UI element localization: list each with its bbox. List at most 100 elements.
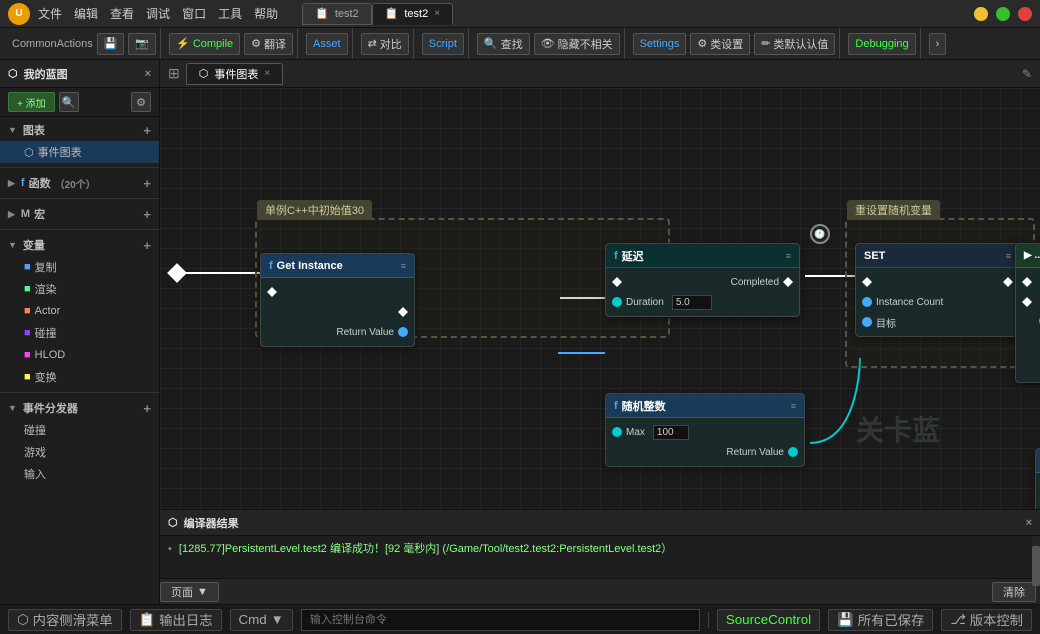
menu-view[interactable]: 查看 — [110, 5, 134, 22]
duration-input[interactable] — [672, 295, 712, 310]
var-actor[interactable]: ■ Actor — [0, 300, 159, 322]
dispatcher-input[interactable]: 输入 — [0, 463, 159, 485]
clear-button[interactable]: 清除 — [992, 582, 1036, 602]
menu-window[interactable]: 窗口 — [182, 5, 206, 22]
tab-close-icon[interactable]: × — [434, 8, 440, 19]
translate-button[interactable]: ⚙ 翻译 — [244, 33, 293, 55]
set-exec-out[interactable] — [938, 272, 1020, 292]
compiler-close-icon[interactable]: × — [1026, 517, 1032, 529]
var-hlod[interactable]: ■ HLOD — [0, 344, 159, 366]
content-browser-button[interactable]: ⬡ 内容侧滑菜单 — [8, 609, 122, 631]
max-input[interactable] — [653, 425, 689, 440]
search-button[interactable]: 🔍 — [59, 92, 79, 112]
variables-add-icon[interactable]: + — [143, 238, 151, 253]
menu-help[interactable]: 帮助 — [254, 5, 278, 22]
add-pin-b[interactable]: B — [1036, 497, 1040, 509]
save-all-button[interactable]: 💾 所有已保存 — [828, 609, 933, 631]
type-default-button[interactable]: ✏ 类默认认值 — [754, 33, 835, 55]
menu-debug[interactable]: 调试 — [146, 5, 170, 22]
return-dot — [398, 327, 408, 337]
toolbar-expand-button[interactable]: › — [929, 33, 947, 55]
cmd-input[interactable] — [301, 609, 700, 631]
gear-button[interactable]: ⚙ — [131, 92, 151, 112]
search-button[interactable]: 🔍 查找 — [477, 33, 530, 55]
scroll-track[interactable] — [1032, 536, 1040, 578]
get-instance-node[interactable]: f Get Instance ≡ Return Value — [260, 253, 415, 347]
var-render[interactable]: ■ 渲染 — [0, 278, 159, 300]
dispatchers-header[interactable]: ▼ 事件分发器 + — [0, 397, 159, 419]
event-graph-item[interactable]: ⬡ 事件图表 — [0, 141, 159, 163]
exec-in-pin[interactable] — [261, 282, 414, 302]
type-settings-button[interactable]: ⚙ 类设置 — [690, 33, 750, 55]
dispatcher-collision[interactable]: 碰撞 — [0, 419, 159, 441]
exec-out-pin[interactable] — [261, 302, 414, 322]
close-button[interactable] — [1018, 7, 1032, 21]
scroll-thumb[interactable] — [1032, 546, 1040, 586]
random-menu-icon[interactable]: ≡ — [791, 401, 796, 411]
macros-header[interactable]: ▶ M 宏 + — [0, 203, 159, 225]
add-node[interactable]: f 防加 ≡ A 单例随... B — [1035, 448, 1040, 509]
delay-menu-icon[interactable]: ≡ — [786, 251, 791, 261]
macros-add-icon[interactable]: + — [143, 207, 151, 222]
partial-pin-1[interactable] — [1016, 272, 1040, 292]
tab-test2-2[interactable]: 📋 test2 × — [372, 3, 453, 25]
delay-exec-in[interactable] — [606, 272, 703, 292]
cmd-button[interactable]: Cmd ▼ — [230, 609, 293, 631]
panel-close-icon[interactable]: × — [145, 68, 151, 80]
partial-node-1[interactable]: ▶ ... — [1015, 243, 1040, 383]
dispatchers-add-icon[interactable]: + — [143, 401, 151, 416]
var-copy[interactable]: ■ 复制 — [0, 256, 159, 278]
functions-add-icon[interactable]: + — [143, 176, 151, 191]
canvas-tab-close-icon[interactable]: × — [264, 68, 270, 79]
add-header: f 防加 ≡ — [1036, 449, 1040, 473]
delay-completed-pin[interactable]: Completed — [703, 272, 800, 292]
var-transform[interactable]: ■ 变换 — [0, 366, 159, 388]
hide-unrelated-button[interactable]: 👁 隐藏不相关 — [534, 33, 620, 55]
instance-count-pin[interactable]: Instance Count — [856, 292, 1019, 312]
maximize-button[interactable] — [996, 7, 1010, 21]
compile-button[interactable]: ⚡ Compile — [169, 33, 240, 55]
canvas-grid[interactable]: 🕐 单例C++中初始值30 重设置随机变量 f Get Instance ≡ — [160, 88, 1040, 509]
compare-button[interactable]: ⇄ 对比 — [361, 33, 409, 55]
functions-header[interactable]: ▶ f 函数 （20个） + — [0, 172, 159, 194]
save-button[interactable]: 💾 — [97, 33, 125, 55]
script-button[interactable]: Script — [422, 33, 464, 55]
debugging-button[interactable]: Debugging — [848, 33, 915, 55]
delay-node[interactable]: f 延迟 ≡ Completed Duration — [605, 243, 800, 317]
screenshot-button[interactable]: 📷 — [128, 33, 156, 55]
set-menu-icon[interactable]: ≡ — [1006, 251, 1011, 261]
menu-edit[interactable]: 编辑 — [74, 5, 98, 22]
add-pin-a[interactable]: A 单例随... — [1036, 477, 1040, 497]
menu-file[interactable]: 文件 — [38, 5, 62, 22]
menu-tools[interactable]: 工具 — [218, 5, 242, 22]
var-collision[interactable]: ■ 碰撞 — [0, 322, 159, 344]
asset-button[interactable]: Asset — [306, 33, 348, 55]
source-control-button[interactable]: SourceControl — [717, 609, 820, 631]
random-int-node[interactable]: f 随机整数 ≡ Max Return Value — [605, 393, 805, 467]
return-value-pin[interactable]: Return Value — [261, 322, 414, 342]
graph-add-icon[interactable]: + — [143, 123, 151, 138]
target-pin[interactable]: 目标 — [856, 312, 1019, 332]
variables-header[interactable]: ▼ 变量 + — [0, 234, 159, 256]
dispatcher-game[interactable]: 游戏 — [0, 441, 159, 463]
partial-pin-2[interactable] — [1016, 292, 1040, 312]
add-button[interactable]: + 添加 — [8, 92, 55, 112]
asset-group: Asset — [302, 28, 353, 59]
main-canvas[interactable]: ⊞ ⬡ 事件图表 × ✎ ⌂ ← → ⊞ test2 › 事件图表 缩放 1:1 — [160, 60, 1040, 509]
version-control-button[interactable]: ⎇ 版本控制 — [941, 609, 1032, 631]
pen-icon[interactable]: ✎ — [1022, 67, 1032, 81]
random-return-pin[interactable]: Return Value — [606, 442, 804, 462]
graph-section-header[interactable]: ▼ 图表 + — [0, 119, 159, 141]
minimize-button[interactable] — [974, 7, 988, 21]
duration-pin[interactable]: Duration — [606, 292, 799, 312]
settings-button[interactable]: Settings — [633, 33, 687, 55]
tab-icon: ⬡ — [199, 67, 209, 80]
node-menu-icon[interactable]: ≡ — [401, 261, 406, 271]
max-pin[interactable]: Max — [606, 422, 804, 442]
page-button[interactable]: 页面 ▼ — [160, 582, 219, 602]
tab-test2-1[interactable]: 📋 test2 — [302, 3, 372, 25]
set-exec-in[interactable] — [856, 272, 938, 292]
set-node[interactable]: SET ≡ Instance Count — [855, 243, 1020, 337]
output-log-button[interactable]: 📋 输出日志 — [130, 609, 222, 631]
canvas-tab-event-graph[interactable]: ⬡ 事件图表 × — [186, 63, 283, 85]
